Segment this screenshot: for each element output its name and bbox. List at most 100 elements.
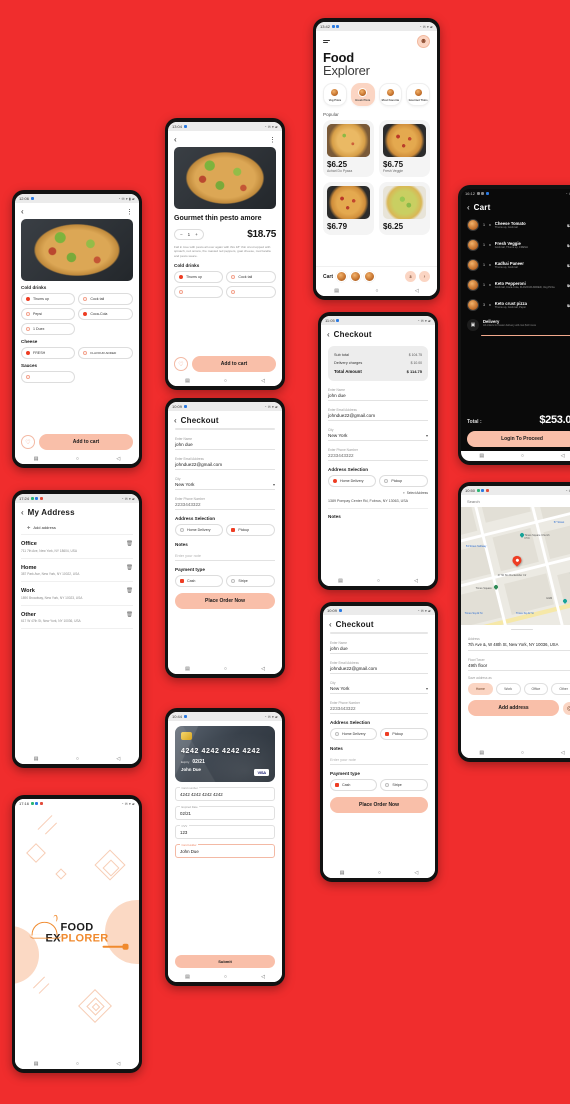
- back-icon[interactable]: ‹: [327, 330, 330, 339]
- home-icon[interactable]: ○: [224, 378, 227, 384]
- add-to-cart-button[interactable]: Add to cart: [39, 434, 133, 450]
- notes-input[interactable]: Enter your note: [330, 754, 428, 765]
- decrement-button[interactable]: −: [180, 232, 183, 237]
- search-input[interactable]: Search: [461, 495, 570, 507]
- heart-icon[interactable]: ♡: [21, 435, 35, 449]
- back-icon[interactable]: ‹: [329, 620, 332, 629]
- option-extra-b[interactable]: [226, 285, 276, 298]
- back-nav-icon[interactable]: ◁: [561, 453, 565, 459]
- back-nav-icon[interactable]: ◁: [116, 756, 120, 762]
- home-icon[interactable]: ○: [76, 1061, 79, 1067]
- product-card-3[interactable]: $6.79: [323, 182, 374, 236]
- chevron-down-icon[interactable]: ▾: [426, 686, 428, 691]
- cart-item-row[interactable]: 1 x Cheese Tomato Thums up, Cock tail $2…: [461, 215, 570, 235]
- option-fresh[interactable]: FRESH: [21, 347, 76, 359]
- option-cash[interactable]: Cash: [175, 575, 224, 587]
- option-cash[interactable]: Cash: [330, 779, 378, 791]
- trash-icon[interactable]: 🗑: [126, 612, 133, 618]
- chevron-down-icon[interactable]: ▾: [273, 482, 275, 487]
- recents-icon[interactable]: ▤: [185, 378, 190, 384]
- back-nav-icon[interactable]: ◁: [116, 1061, 120, 1067]
- crosshair-icon[interactable]: ◎: [563, 701, 570, 715]
- hamburger-icon[interactable]: [323, 39, 330, 44]
- address-row-other[interactable]: Other 617 W 47th St, New York, NY 10036,…: [21, 606, 133, 629]
- notes-input[interactable]: Enter your note: [175, 550, 275, 561]
- home-icon[interactable]: ○: [76, 456, 79, 462]
- category-most-favorite[interactable]: Most Favorite: [378, 82, 403, 106]
- city-select[interactable]: City New York ▾: [328, 425, 428, 441]
- option-coca-cola[interactable]: Coca-Cola: [78, 308, 133, 320]
- option-stripe[interactable]: Stripe: [380, 779, 428, 791]
- city-select[interactable]: City New York ▾: [175, 474, 275, 490]
- cart-item-row[interactable]: 1 x Fresh Veggie Cock tail, Thums up, FR…: [461, 235, 570, 255]
- option-sauce[interactable]: [21, 371, 76, 383]
- option-stripe[interactable]: Stripe: [226, 575, 275, 587]
- phone-field[interactable]: Enter Phone Number 2233443322: [175, 494, 275, 510]
- back-nav-icon[interactable]: ◁: [261, 378, 265, 384]
- option-pickup[interactable]: Pickup: [379, 475, 428, 487]
- name-field[interactable]: Enter Name john due: [328, 385, 428, 401]
- back-icon[interactable]: ‹: [467, 203, 470, 212]
- user-avatar-icon[interactable]: ☻: [417, 35, 430, 48]
- option-home-delivery[interactable]: Home Delivery: [175, 524, 224, 536]
- recents-icon[interactable]: ▤: [34, 1061, 39, 1067]
- map-address-field[interactable]: Address 7th Ave &, W 48th St, New York, …: [468, 634, 570, 652]
- option-extra-a[interactable]: [174, 285, 224, 298]
- option-1-duex[interactable]: 1 Duex: [21, 323, 76, 335]
- home-icon[interactable]: ○: [375, 288, 378, 294]
- option-pickup[interactable]: Pickup: [226, 524, 275, 536]
- product-card-2[interactable]: $6.75 Fresh Veggie: [379, 119, 430, 178]
- add-address-button[interactable]: ✛ Add address: [21, 520, 133, 535]
- email-field[interactable]: Enter Email Address johndue22@gmail.com: [328, 405, 428, 421]
- home-icon[interactable]: ○: [224, 666, 227, 672]
- recents-icon[interactable]: ▤: [34, 756, 39, 762]
- quantity-stepper[interactable]: − 1 +: [174, 228, 204, 240]
- card-number-input[interactable]: Card number 4242 4242 4242 4242: [175, 785, 275, 801]
- tag-other[interactable]: Other: [551, 683, 570, 696]
- back-icon[interactable]: ‹: [174, 416, 177, 425]
- option-pepsi[interactable]: Pepsi: [21, 308, 76, 320]
- email-field[interactable]: Enter Email Address johndue22@gmail.com: [330, 658, 428, 674]
- back-nav-icon[interactable]: ◁: [415, 288, 419, 294]
- recents-icon[interactable]: ▤: [185, 666, 190, 672]
- product-card-4[interactable]: $6.25: [379, 182, 430, 236]
- category-veg-pizza[interactable]: Veg Pizza: [323, 82, 347, 106]
- back-nav-icon[interactable]: ◁: [116, 456, 120, 462]
- option-home-delivery[interactable]: Home Delivery: [330, 728, 378, 740]
- back-nav-icon[interactable]: ◁: [561, 750, 565, 756]
- option-cock-tail[interactable]: Cock tail: [78, 293, 133, 305]
- category-greek-pizza[interactable]: Greek Pizza: [350, 82, 375, 106]
- cart-item-row[interactable]: 1 x Keto Pepperoni Cock tail, Coca-Cola,…: [461, 275, 570, 295]
- option-flavour-added[interactable]: FLAVOUR ADDED: [78, 347, 133, 359]
- city-select[interactable]: City New York ▾: [330, 678, 428, 694]
- recents-icon[interactable]: ▤: [34, 456, 39, 462]
- back-icon[interactable]: ‹: [174, 136, 177, 144]
- trash-icon[interactable]: 🗑: [126, 541, 133, 547]
- email-field[interactable]: Enter Email Address johndue22@gmail.com: [175, 454, 275, 470]
- recents-icon[interactable]: ▤: [479, 750, 484, 756]
- option-pickup[interactable]: Pickup: [380, 728, 428, 740]
- home-icon[interactable]: ○: [224, 974, 227, 980]
- recents-icon[interactable]: ▤: [479, 453, 484, 459]
- increment-button[interactable]: +: [195, 232, 198, 237]
- chevron-down-icon[interactable]: ▾: [426, 433, 428, 438]
- home-icon[interactable]: ○: [378, 870, 381, 876]
- card-holder-input[interactable]: Card Holder John Due: [175, 842, 275, 858]
- trash-icon[interactable]: 🗑: [126, 588, 133, 594]
- address-row-work[interactable]: Work 1890 Broadway, New York, NY 10023, …: [21, 582, 133, 606]
- back-nav-icon[interactable]: ◁: [414, 578, 418, 584]
- login-to-proceed-button[interactable]: Login To Proceed: [467, 431, 570, 447]
- map-view[interactable]: 57 Street Times Square Church NYC 53 Str…: [461, 507, 570, 625]
- back-icon[interactable]: ‹: [21, 208, 24, 216]
- tag-work[interactable]: Work: [495, 683, 521, 696]
- phone-field[interactable]: Enter Phone Number 2233443322: [330, 698, 428, 714]
- expiry-input[interactable]: Expired Date 02/21: [175, 804, 275, 820]
- back-nav-icon[interactable]: ◁: [414, 870, 418, 876]
- name-field[interactable]: Enter Name john due: [330, 638, 428, 654]
- tag-home[interactable]: Home: [468, 683, 493, 696]
- recents-icon[interactable]: ▤: [334, 288, 339, 294]
- tag-office[interactable]: Office: [523, 683, 549, 696]
- address-row-office[interactable]: Office 711 7th Ave, New York, NY 18604, …: [21, 535, 133, 559]
- cvv-input[interactable]: CVV 123: [175, 823, 275, 839]
- back-icon[interactable]: ‹: [21, 508, 24, 517]
